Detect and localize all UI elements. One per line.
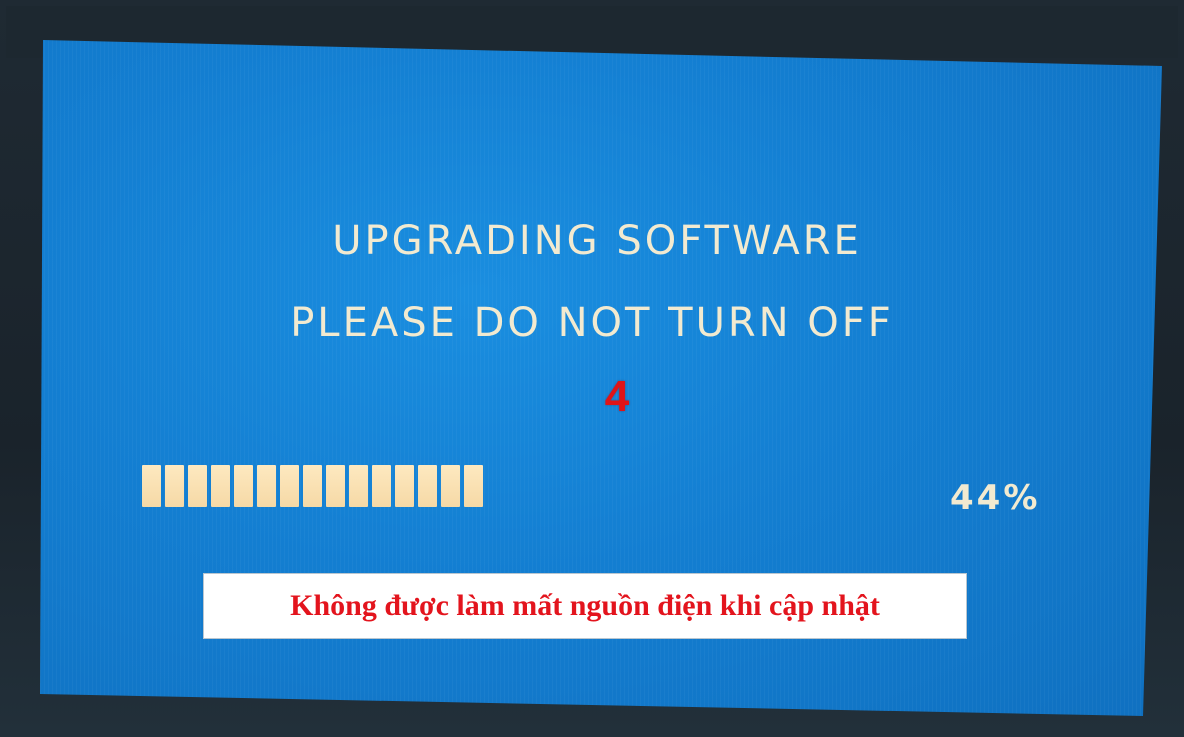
monitor-photo: UPGRADING SOFTWARE PLEASE DO NOT TURN OF… bbox=[0, 0, 1184, 737]
progress-percent: 44% bbox=[950, 478, 1041, 518]
warning-message: PLEASE DO NOT TURN OFF bbox=[290, 300, 894, 346]
progress-segment bbox=[418, 465, 437, 507]
progress-segment bbox=[211, 465, 230, 507]
progress-segment bbox=[395, 465, 414, 507]
caption-box: Không được làm mất nguồn điện khi cập nh… bbox=[203, 573, 967, 639]
progress-segment bbox=[280, 465, 299, 507]
progress-segment bbox=[165, 465, 184, 507]
progress-segment bbox=[234, 465, 253, 507]
progress-segment bbox=[257, 465, 276, 507]
progress-segment bbox=[326, 465, 345, 507]
upgrade-progress-bar bbox=[142, 465, 483, 507]
progress-segment bbox=[188, 465, 207, 507]
progress-segment bbox=[142, 465, 161, 507]
progress-segment bbox=[464, 465, 483, 507]
caption-text: Không được làm mất nguồn điện khi cập nh… bbox=[290, 589, 880, 622]
progress-segment bbox=[441, 465, 460, 507]
progress-segment bbox=[349, 465, 368, 507]
progress-segment bbox=[303, 465, 322, 507]
countdown-number: 4 bbox=[604, 372, 630, 421]
upgrade-title: UPGRADING SOFTWARE bbox=[332, 218, 862, 264]
progress-segment bbox=[372, 465, 391, 507]
